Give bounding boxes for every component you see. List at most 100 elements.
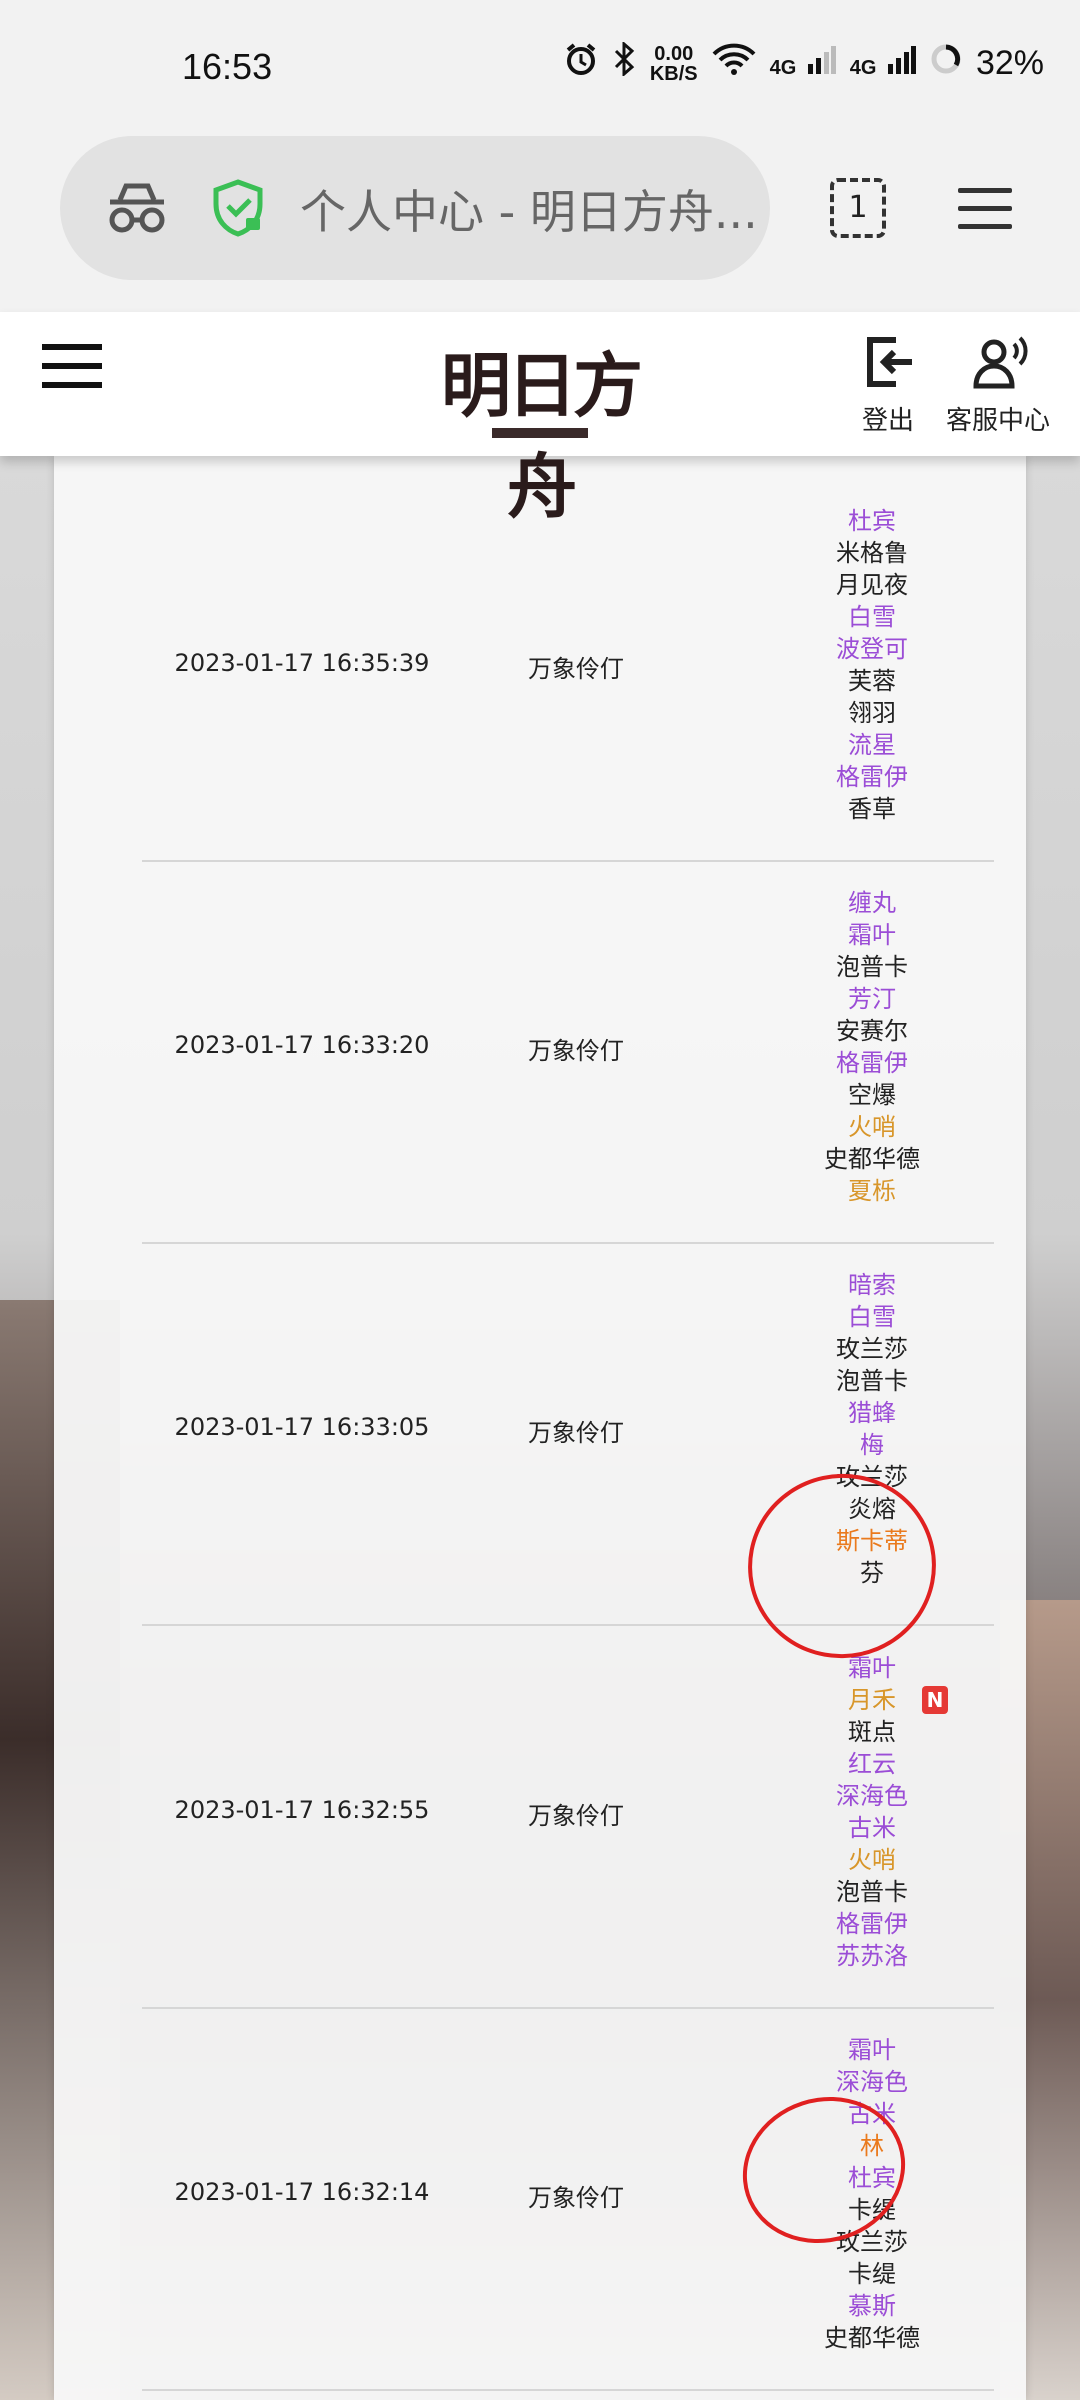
secure-shield-icon[interactable] <box>210 178 266 242</box>
operator-name: 梅 <box>762 1429 982 1461</box>
operator-name-text: 香草 <box>848 795 896 823</box>
logout-icon <box>867 337 912 387</box>
network-speed: 0.00 KB/S <box>650 44 698 84</box>
operator-name-text: 米格鲁 <box>836 539 908 567</box>
operator-name-text: 月见夜 <box>836 571 908 599</box>
operator-name: 流星 <box>762 729 982 761</box>
operator-name-text: 翎羽 <box>848 699 896 727</box>
operator-name: 玫兰莎 <box>762 2226 982 2258</box>
operator-name: 霜叶 <box>762 2034 982 2066</box>
operator-name: 猎蜂 <box>762 1397 982 1429</box>
site-menu-button[interactable] <box>42 344 102 401</box>
customer-service-button[interactable]: 客服中心 <box>946 330 1050 437</box>
operator-name-text: 月禾 <box>848 1686 896 1714</box>
operator-name-text: 史都华德 <box>824 1145 920 1173</box>
operator-name-text: 卡缇 <box>848 2196 896 2224</box>
record-divider <box>142 2389 994 2391</box>
record-time: 2023-01-17 16:33:20 <box>174 1031 430 1059</box>
operator-name-text: 泡普卡 <box>836 953 908 981</box>
operator-name-text: 玫兰莎 <box>836 1335 908 1363</box>
new-badge: N <box>922 1686 948 1714</box>
operator-name: 泡普卡 <box>762 951 982 983</box>
record-time: 2023-01-17 16:32:14 <box>174 2178 430 2206</box>
operator-name: 史都华德 <box>762 1143 982 1175</box>
record-pool: 万象伶仃 <box>528 655 624 683</box>
operator-name: 深海色 <box>762 2066 982 2098</box>
operator-name-text: 斯卡蒂 <box>836 1527 908 1555</box>
operator-name-text: 流星 <box>848 731 896 759</box>
operator-name: 霜叶 <box>762 919 982 951</box>
operator-name: 月见夜 <box>762 569 982 601</box>
operator-name-text: 深海色 <box>836 1782 908 1810</box>
operator-name: 红云 <box>762 1748 982 1780</box>
logout-button[interactable]: 登出 <box>856 330 920 437</box>
operator-name-text: 深海色 <box>836 2068 908 2096</box>
operator-name: 霜叶 <box>762 1652 982 1684</box>
operator-name: 米格鲁 <box>762 537 982 569</box>
operator-name-text: 杜宾 <box>848 507 896 535</box>
operator-name: 史都华德 <box>762 2322 982 2354</box>
operator-name: 安赛尔 <box>762 1015 982 1047</box>
cell-signal-1: 4G <box>770 44 836 83</box>
operator-name: 白雪 <box>762 601 982 633</box>
operator-name: 白雪 <box>762 1301 982 1333</box>
operator-name: 深海色 <box>762 1780 982 1812</box>
operator-name-text: 霜叶 <box>848 1654 896 1682</box>
operator-name-text: 玫兰莎 <box>836 2228 908 2256</box>
operator-name-text: 格雷伊 <box>836 1049 908 1077</box>
operator-name: 翎羽 <box>762 697 982 729</box>
operator-name-text: 火哨 <box>848 1113 896 1141</box>
operator-name: 炎熔 <box>762 1493 982 1525</box>
operator-name-text: 芙蓉 <box>848 667 896 695</box>
operator-name-text: 苏苏洛 <box>836 1942 908 1970</box>
operator-name: 月禾 N <box>762 1684 982 1716</box>
tab-switcher-button[interactable]: 1 <box>830 178 886 238</box>
operator-name: 波登可 <box>762 633 982 665</box>
operator-name-text: 慕斯 <box>848 2292 896 2320</box>
page-title-url[interactable]: 个人中心 - 明日方舟... <box>300 176 758 242</box>
operator-name-text: 霜叶 <box>848 2036 896 2064</box>
record-time: 2023-01-17 16:32:55 <box>174 1796 430 1824</box>
gacha-record: 2023-01-17 16:33:05 万象伶仃 暗索 白雪 玫兰莎 泡普卡 猎蜂梅玫兰莎炎… <box>142 1244 994 1626</box>
battery-icon <box>930 43 962 84</box>
operator-name-text: 史都华德 <box>824 2324 920 2352</box>
signal-type-1: 4G <box>769 57 797 79</box>
net-speed-value: 0.00 <box>654 42 694 65</box>
record-pool: 万象伶仃 <box>528 1802 624 1830</box>
operator-name: 古米 <box>762 2098 982 2130</box>
operator-name-text: 林 <box>860 2132 884 2160</box>
operator-name-text: 格雷伊 <box>836 1910 908 1938</box>
site-header: 明日方舟 登出 客服中心 <box>0 312 1080 528</box>
operator-name: 玫兰莎 <box>762 1333 982 1365</box>
operator-name: 空爆 <box>762 1079 982 1111</box>
operator-name: 泡普卡 <box>762 1876 982 1908</box>
record-operator-list: 暗索 白雪 玫兰莎 泡普卡 猎蜂梅玫兰莎 炎熔 斯卡蒂芬 <box>762 1269 982 1589</box>
site-logo[interactable]: 明日方舟 <box>424 330 656 528</box>
operator-name: 卡缇 <box>762 2258 982 2290</box>
operator-name-text: 猎蜂 <box>848 1399 896 1427</box>
operator-name: 卡缇 <box>762 2194 982 2226</box>
browser-menu-button[interactable] <box>958 188 1012 242</box>
operator-name: 火哨 <box>762 1844 982 1876</box>
record-pool: 万象伶仃 <box>528 1419 624 1447</box>
operator-name: 苏苏洛 <box>762 1940 982 1972</box>
operator-name: 杜宾 <box>762 2162 982 2194</box>
operator-name-text: 红云 <box>848 1750 896 1778</box>
logo-underline <box>492 428 588 438</box>
operator-name: 玫兰莎 <box>762 1461 982 1493</box>
operator-name: 香草 <box>762 793 982 825</box>
operator-name: 斑点 <box>762 1716 982 1748</box>
operator-name-text: 夏栎 <box>848 1177 896 1205</box>
record-operator-list: 缠丸 霜叶 泡普卡 芳汀 安赛尔 格雷伊 空爆 火哨 史都华德 夏栎 <box>762 887 982 1207</box>
battery-level: 32% <box>975 44 1044 82</box>
status-bar: 16:53 0.00 KB/S 4G 4G 32% <box>0 0 1080 140</box>
gacha-history-card: 2023-01-17 16:35:39 万象伶仃 杜宾 米格鲁 月见夜 白雪 波登可 芙蓉 翎羽… <box>54 456 1026 2400</box>
cell-signal-2: 4G <box>850 44 916 83</box>
record-operator-list: 杜宾 米格鲁 月见夜 白雪 波登可 芙蓉 翎羽 流星 格雷伊 香草 <box>762 505 982 825</box>
operator-name: 斯卡蒂 <box>762 1525 982 1557</box>
operator-name-text: 斑点 <box>848 1718 896 1746</box>
operator-name-text: 梅 <box>860 1431 884 1459</box>
operator-name-text: 泡普卡 <box>836 1878 908 1906</box>
incognito-icon[interactable] <box>104 180 170 240</box>
operator-name: 芙蓉 <box>762 665 982 697</box>
